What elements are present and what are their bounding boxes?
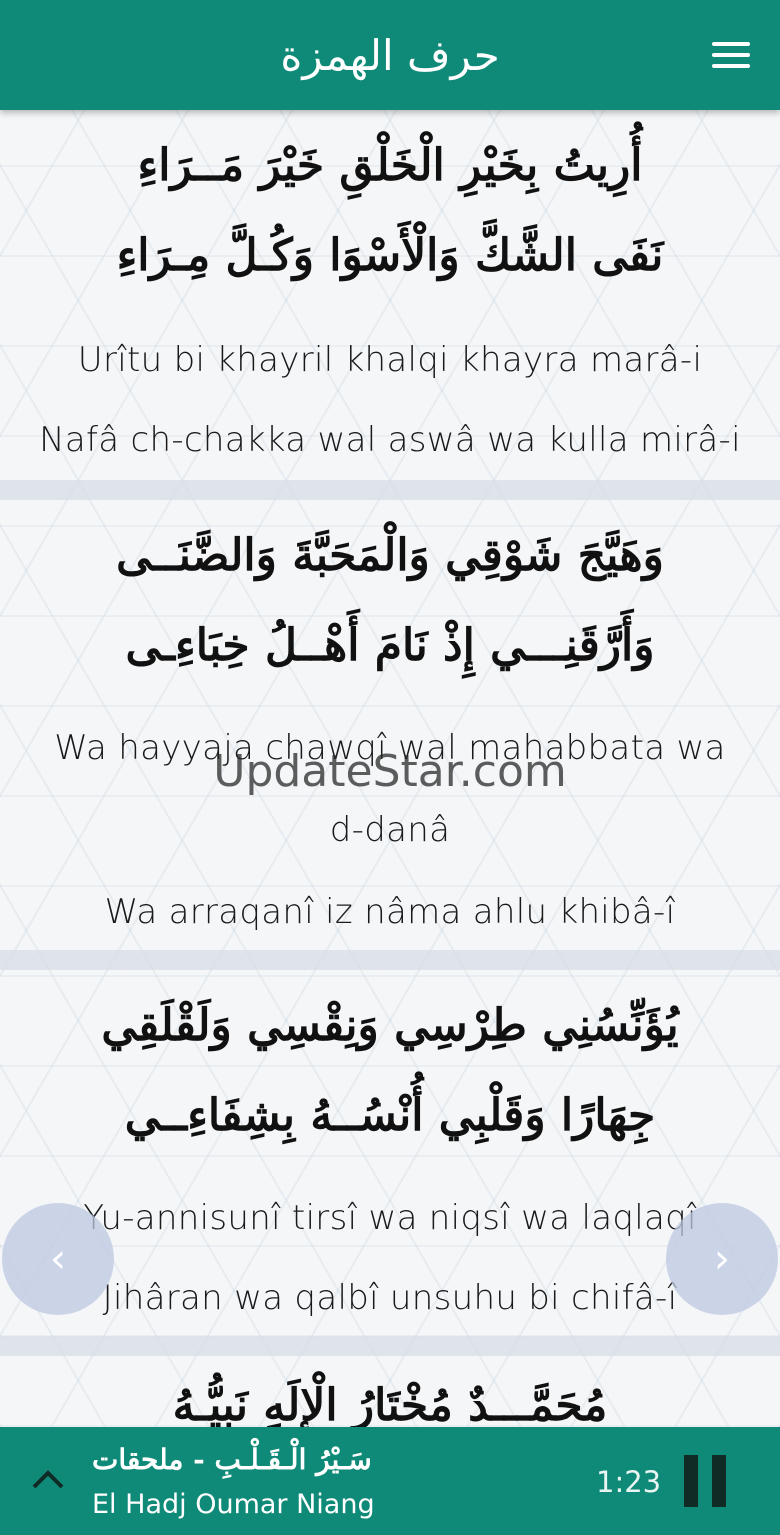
verse-divider: [0, 950, 780, 970]
audio-player-bar[interactable]: سَـيْرُ الْـقَـلْـبِ - ملحقات El Hadj Ou…: [0, 1427, 780, 1535]
chevron-up-icon[interactable]: [30, 1463, 66, 1493]
verse-1-translit-line-1: Urîtu bi khayril khalqi khayra marâ-i: [77, 340, 703, 380]
track-artist: El Hadj Oumar Niang: [92, 1489, 375, 1520]
poem-content[interactable]: أُرِيتُ بِخَيْرِ الْخَلْقِ خَيْرَ مَــرَ…: [0, 110, 780, 1427]
verse-divider: [0, 1336, 780, 1356]
verse-2-translit-line-1b: d-danâ: [329, 810, 451, 850]
playback-time: 1:23: [596, 1465, 662, 1499]
verse-3-arabic-line-1: يُؤَنِّسُنِي طِرْسِي وَنِقْسِي وَلَقْلَق…: [101, 1000, 679, 1051]
hamburger-menu-icon[interactable]: [712, 42, 750, 70]
chevron-left-icon: ‹: [50, 1236, 66, 1282]
verse-2-arabic-line-1: وَهَيَّجَ شَوْقِي وَالْمَحَبَّةَ وَالضَّ…: [116, 530, 664, 581]
next-verse-button[interactable]: ›: [666, 1203, 778, 1315]
verse-2-arabic-line-2: وَأَرَّقَنِـــي إِذْ نَامَ أَهْــلُ خِبَ…: [125, 620, 655, 671]
verse-4-arabic-line-1: مُحَمَّـــدٌ مُخْتَارُ الْإِلَهِ نَبِيُّ…: [172, 1380, 608, 1427]
pause-button[interactable]: [684, 1455, 728, 1507]
chevron-right-icon: ›: [714, 1236, 730, 1282]
app-bar: حرف الهمزة: [0, 0, 780, 110]
verse-1-arabic-line-2: نَفَى الشَّكَّ وَالْأَسْوَا وَكُـلَّ مِـ…: [116, 230, 664, 281]
verse-3-translit-line-1: Yu-annisunî tirsî wa niqsî wa laqlaqî: [83, 1198, 697, 1238]
verse-2-translit-line-2: Wa arraqanî iz nâma ahlu khibâ-î: [104, 892, 676, 932]
verse-3-arabic-line-2: جِهَارًا وَقَلْبِي أُنْسُــهُ بِشِفَاءِـ…: [124, 1090, 656, 1141]
verse-1-translit-line-2: Nafâ ch-chakka wal aswâ wa kulla mirâ-i: [39, 420, 741, 460]
track-title: سَـيْرُ الْـقَـلْـبِ - ملحقات: [92, 1443, 372, 1476]
verse-1-arabic-line-1: أُرِيتُ بِخَيْرِ الْخَلْقِ خَيْرَ مَــرَ…: [137, 140, 643, 191]
verse-divider: [0, 480, 780, 500]
watermark: UpdateStar.com: [213, 746, 567, 797]
page-title: حرف الهمزة: [280, 30, 500, 80]
previous-verse-button[interactable]: ‹: [2, 1203, 114, 1315]
verse-3-translit-line-2: Jihâran wa qalbî unsuhu bi chifâ-î: [102, 1278, 678, 1318]
pause-icon: [684, 1455, 698, 1507]
